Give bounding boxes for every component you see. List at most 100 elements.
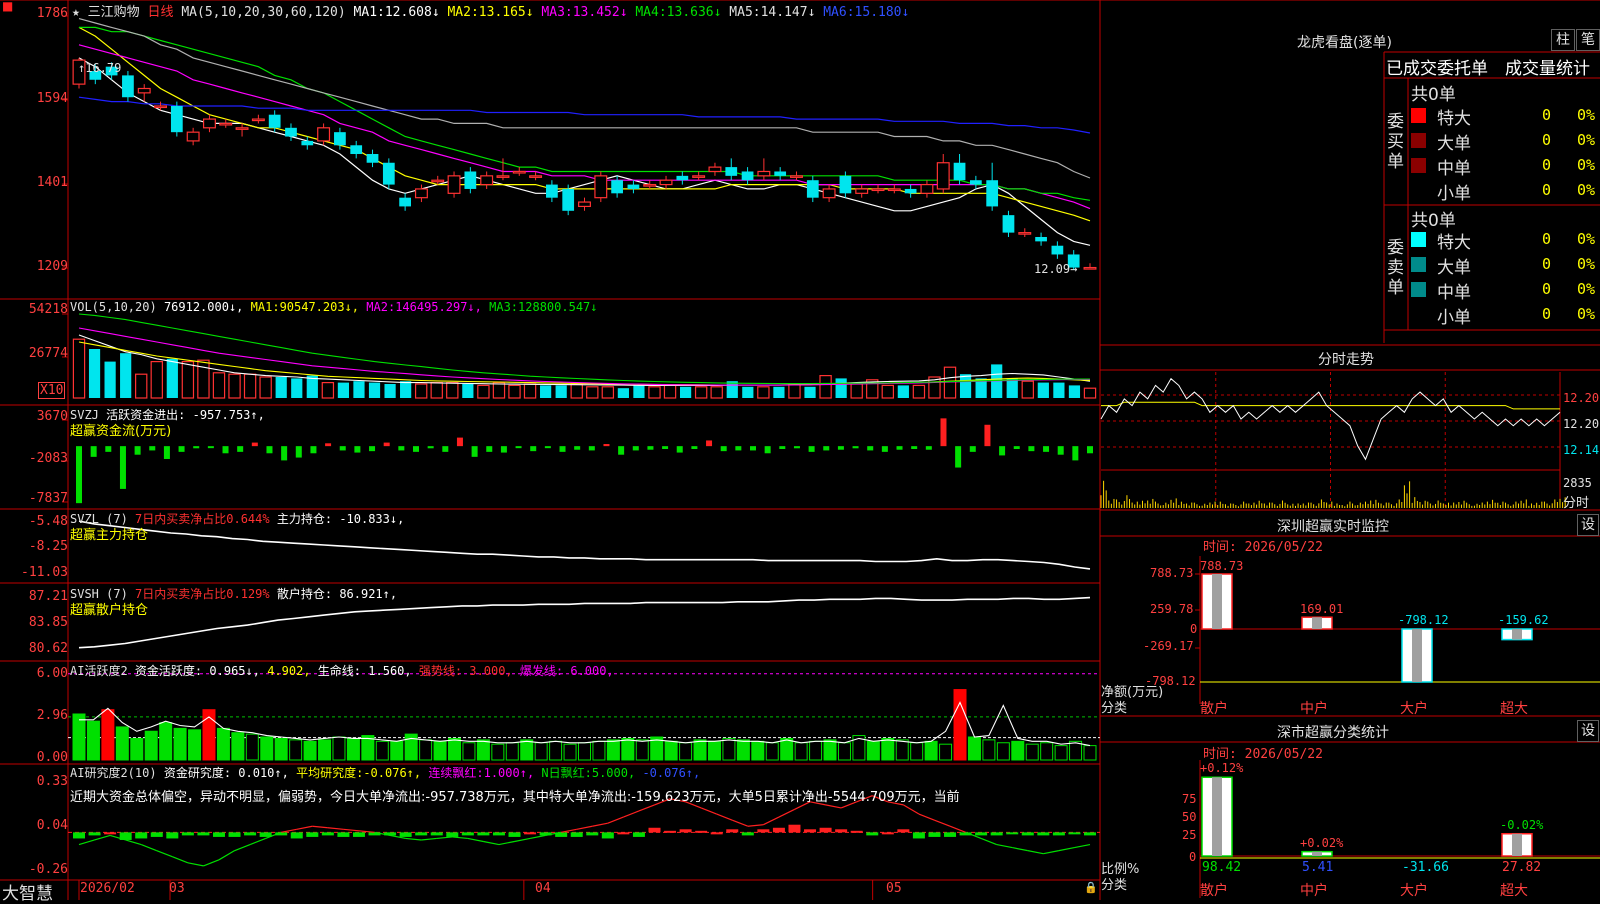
ma5-label: MA5: — [729, 5, 761, 20]
yanjiu-value3: 1.000↑, — [483, 766, 535, 780]
candle-body-down — [676, 175, 689, 181]
candle-body-down — [953, 162, 966, 181]
research-bar — [228, 832, 241, 837]
volume-bar-up — [757, 386, 770, 399]
monitor-time: 时间: 2026/05/22 — [1203, 540, 1323, 555]
svzj-title: 超赢资金流(万元) — [70, 424, 172, 439]
outflow-bar — [750, 446, 756, 451]
classify-settings-button[interactable]: 设 — [1577, 720, 1599, 742]
research-bar — [1052, 832, 1065, 836]
outflow-bar — [163, 446, 170, 459]
research-bar — [181, 832, 194, 836]
outflow-bar — [969, 446, 976, 452]
volume-bar-up — [523, 383, 537, 399]
star-icon[interactable]: ★ — [72, 5, 80, 20]
candle-body-down — [741, 171, 754, 181]
inflow-bar — [456, 437, 463, 447]
vol-ma1-value: 90547.203↓, — [279, 300, 360, 314]
order-color-swatch — [1411, 282, 1426, 297]
tab-orders[interactable]: 委托单 — [1437, 54, 1488, 79]
svsh-label: 7日内买卖净占比0.129% — [135, 587, 270, 601]
activity-bar — [188, 729, 202, 761]
activity-bar — [679, 742, 693, 761]
main-force-position-line — [78, 520, 1091, 570]
candle-body-up — [578, 201, 591, 208]
volume-bar-down — [540, 385, 552, 398]
outflow-bar — [339, 446, 346, 451]
order-size-label: 大单 — [1437, 258, 1471, 278]
tab-traded[interactable]: 已成交 — [1386, 54, 1437, 79]
outflow-bar — [398, 446, 405, 451]
outflow-bar — [530, 446, 537, 452]
menu-marker-icon[interactable]: ■ — [2, 0, 13, 13]
order-count: 0 — [1542, 106, 1552, 124]
activity-bar — [346, 737, 360, 761]
bar-view-button[interactable]: 柱 — [1551, 29, 1575, 51]
research-bar — [1037, 832, 1050, 836]
research-line — [1058, 847, 1075, 852]
svzj-value: -957.753↑, — [192, 408, 265, 422]
research-line — [218, 850, 235, 861]
inflow-bar — [325, 443, 332, 447]
huoyue-value2: 4.902, — [267, 664, 311, 678]
volume-bar-up — [710, 386, 723, 399]
research-bar — [212, 832, 225, 837]
intraday-vol-label: 2835 — [1563, 476, 1592, 490]
outflow-bar — [632, 446, 639, 451]
research-line — [623, 810, 640, 818]
analysis-comment: 近期大资金总体偏空，异动不明显，偏弱势，今日大单净流出:-957.738万元，其… — [70, 790, 960, 805]
activity-bar — [592, 740, 606, 761]
outflow-bar — [896, 446, 903, 450]
outflow-bar — [105, 446, 112, 452]
research-bar — [321, 832, 334, 836]
activity-bar — [693, 739, 707, 761]
candle-body-down — [562, 188, 575, 211]
volume-bar-down — [120, 353, 132, 398]
outflow-bar — [955, 446, 962, 468]
outflow-bar — [691, 446, 698, 450]
lock-icon[interactable]: 🔒 — [1084, 881, 1098, 894]
research-bar — [570, 832, 583, 837]
research-bar — [290, 832, 303, 839]
order-percent: 0% — [1577, 106, 1596, 124]
candle-body-down — [399, 197, 411, 207]
research-bar — [73, 832, 85, 839]
candle-body-up — [447, 175, 461, 194]
research-line — [156, 850, 173, 858]
yanjiu-label3: 连续飘红: — [428, 766, 484, 780]
volume-bar-up — [181, 361, 195, 399]
outflow-bar — [369, 446, 376, 452]
activity-bar — [809, 740, 823, 761]
order-size-label: 中单 — [1437, 283, 1471, 303]
huoyue-axis-label: 2.96 — [36, 708, 68, 723]
research-bar — [150, 832, 163, 837]
volume-bar-up — [819, 375, 832, 399]
period-label[interactable]: 日线 — [148, 5, 174, 20]
volume-bar-up — [135, 373, 148, 399]
ma-line-ma5 — [78, 18, 1091, 179]
volume-bar-up — [1083, 387, 1097, 399]
vol-unit-badge: X10 — [38, 382, 66, 399]
order-color-swatch — [1411, 158, 1426, 173]
order-count: 0 — [1542, 181, 1552, 199]
research-line — [732, 819, 749, 827]
price-axis-label: 1594 — [36, 91, 68, 106]
yanjiu-axis-label: 0.33 — [36, 774, 68, 789]
activity-bar — [101, 709, 115, 761]
order-count: 0 — [1542, 230, 1552, 248]
activity-bar — [303, 740, 317, 761]
tab-volume-stats[interactable]: 成交量统计 — [1505, 54, 1590, 79]
volume-bar-up — [586, 386, 599, 399]
candle-body-down — [986, 180, 999, 207]
research-line — [996, 843, 1013, 849]
ratio-value: 98.42 — [1202, 860, 1242, 875]
candle-body-down — [725, 167, 738, 176]
activity-bar — [996, 742, 1010, 761]
candle-body-down — [806, 180, 819, 198]
research-bar — [104, 832, 117, 835]
high-price-marker: ↑16.79 — [78, 61, 122, 75]
classify-xlabel: 分类 — [1101, 878, 1128, 893]
monitor-settings-button[interactable]: 设 — [1577, 514, 1599, 536]
net-flow-value: 169.01 — [1300, 602, 1344, 617]
tick-view-button[interactable]: 笔 — [1576, 29, 1600, 51]
